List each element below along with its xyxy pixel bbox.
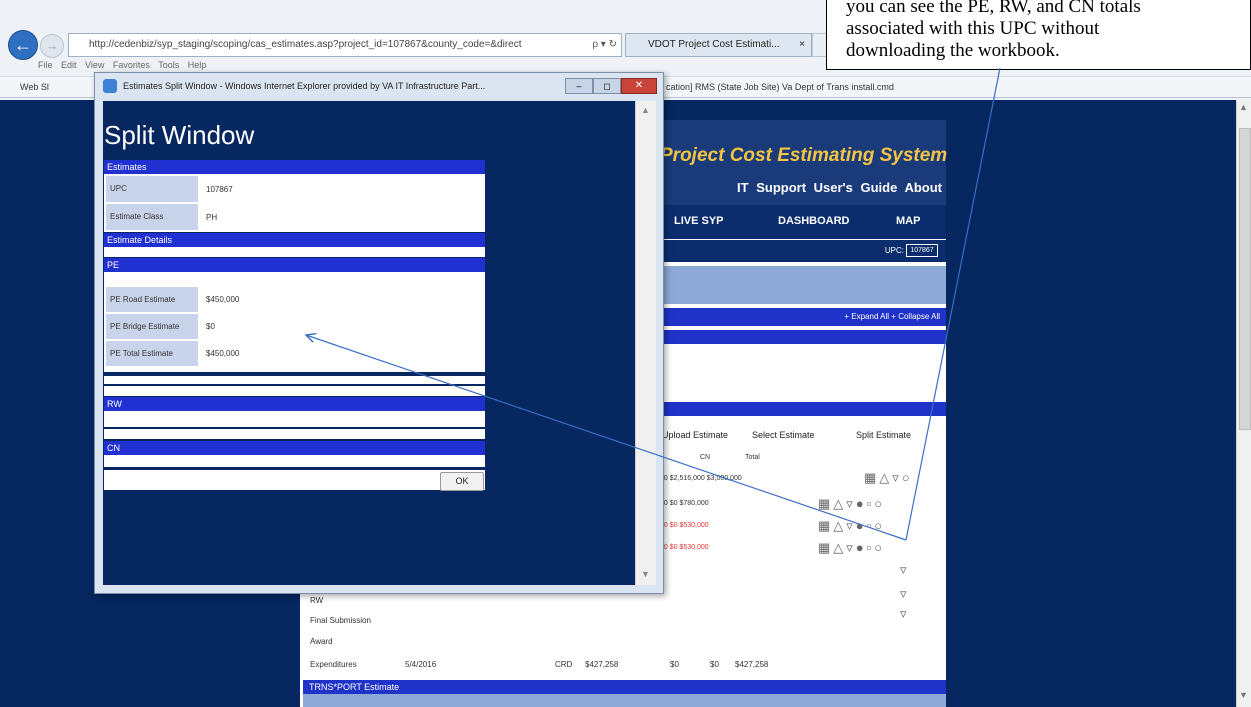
arrow-from-callout [905, 67, 1001, 541]
annotation-arrows [0, 67, 1001, 541]
arrow-to-pe-table [306, 335, 907, 541]
